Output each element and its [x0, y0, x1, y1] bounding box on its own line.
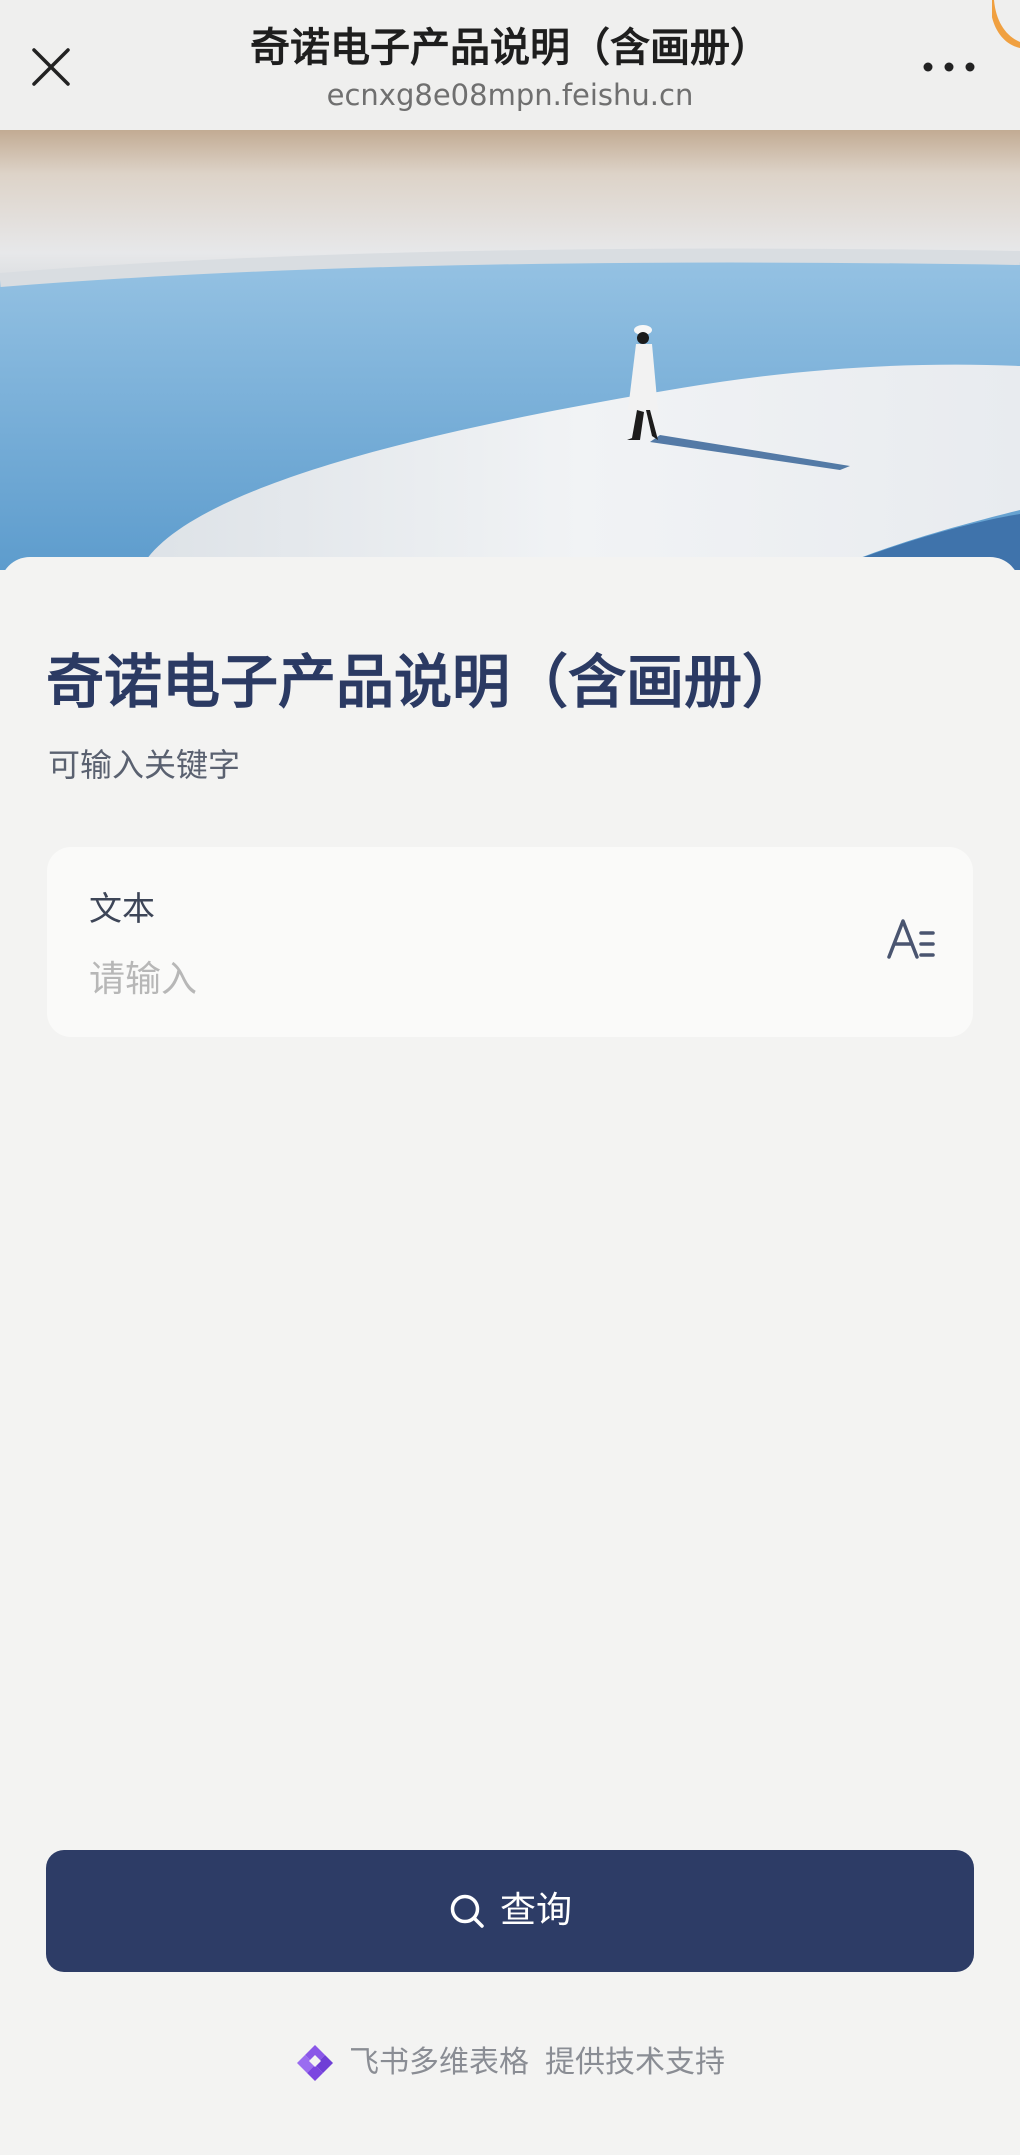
form-page: 奇诺电子产品说明（含画册） ecnxg8e08mpn.feishu.cn 奇诺电…: [0, 0, 1020, 2155]
page-title: 奇诺电子产品说明（含画册）: [250, 25, 770, 71]
form-title: 奇诺电子产品说明（含画册）: [46, 648, 801, 716]
footer-brand[interactable]: 飞书多维表格: [349, 2042, 529, 2084]
form-description: 可输入关键字: [48, 746, 241, 784]
more-icon[interactable]: [920, 54, 978, 80]
text-input[interactable]: [89, 951, 849, 1007]
footer-support-text: 提供技术支持: [545, 2045, 725, 2080]
text-field[interactable]: 文本: [47, 847, 973, 1037]
corner-accent-shape: [990, 0, 1020, 48]
form-card: 奇诺电子产品说明（含画册） 可输入关键字 文本 请输入 查询 飞书多维表格 提供…: [0, 557, 1020, 2155]
query-button[interactable]: 查询: [46, 1850, 974, 1972]
text-field-label: 文本: [89, 889, 155, 928]
top-navigation-bar: 奇诺电子产品说明（含画册） ecnxg8e08mpn.feishu.cn: [0, 0, 1020, 130]
nav-title-group: 奇诺电子产品说明（含画册） ecnxg8e08mpn.feishu.cn: [160, 20, 860, 114]
close-icon[interactable]: [28, 44, 74, 90]
text-type-icon: [885, 913, 937, 967]
feishu-bitable-logo-icon: [295, 2043, 335, 2083]
search-icon: [448, 1892, 486, 1930]
footer: 飞书多维表格 提供技术支持: [0, 2033, 1020, 2093]
page-url: ecnxg8e08mpn.feishu.cn: [326, 78, 694, 112]
query-button-label: 查询: [499, 1890, 572, 1931]
hero-banner-image: [0, 130, 1020, 570]
